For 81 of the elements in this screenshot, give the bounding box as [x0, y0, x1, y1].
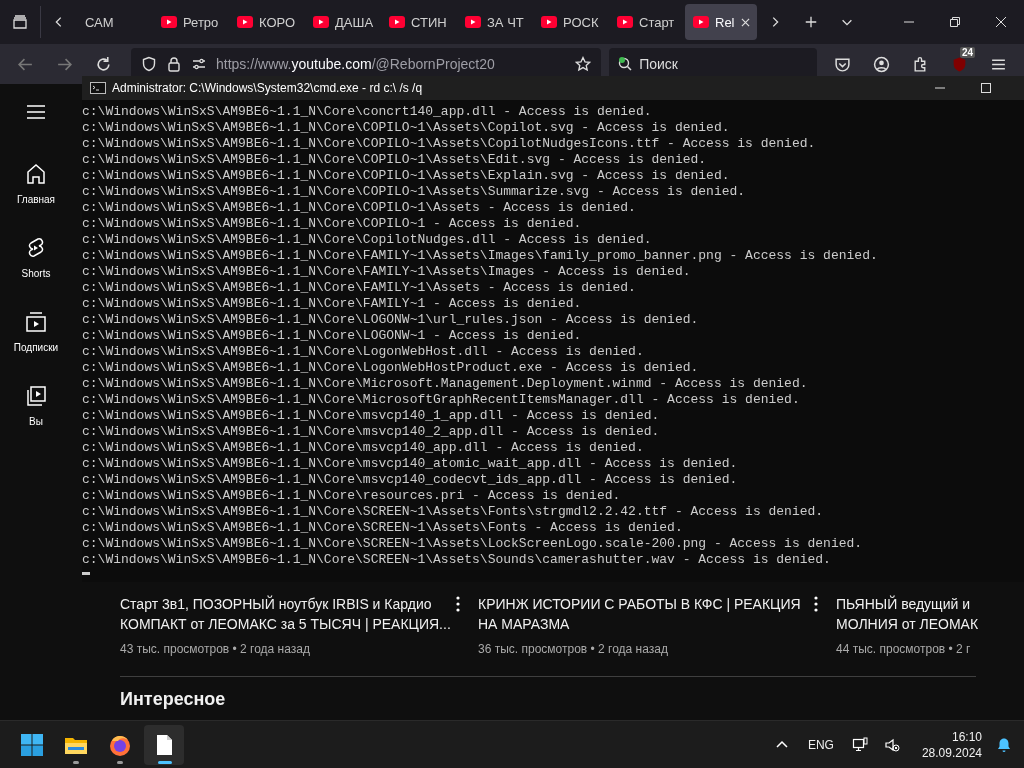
console-line: c:\Windows\WinSxS\AM9BE6~1.1_N\Core\SCREEN~1\Assets\Fonts - Access is denied. — [82, 520, 684, 536]
sidebar-item[interactable]: Главная — [16, 162, 56, 236]
search-icon — [617, 56, 634, 72]
browser-tab[interactable]: ЗА ЧТ — [457, 4, 529, 40]
shield-icon[interactable] — [141, 56, 157, 72]
console-line: c:\Windows\WinSxS\AM9BE6~1.1_N\Core\concrt140_app.dll - Access is denied. — [82, 104, 653, 120]
search-field[interactable]: Поиск — [637, 55, 792, 73]
console-line: c:\Windows\WinSxS\AM9BE6~1.1_N\Core\FAMILY~1\Assets - Access is denied. — [82, 280, 637, 296]
bell-icon[interactable] — [996, 736, 1012, 753]
text-cursor — [82, 572, 90, 575]
video-title[interactable]: ПЬЯНЫЙ ведущий и МОЛНИЯ от ЛЕОМАК — [836, 594, 979, 634]
console-line: c:\Windows\WinSxS\AM9BE6~1.1_N\Core\SCREEN~1\Assets\Sounds\camerashutter.wav - Access is denied. — [82, 552, 832, 568]
more-options-icon[interactable] — [456, 596, 460, 612]
console-line: c:\Windows\WinSxS\AM9BE6~1.1_N\Core\LogonWebHost.dll - Access is denied. — [82, 344, 645, 360]
console-line: c:\Windows\WinSxS\AM9BE6~1.1_N\Core\MicrosoftGraphRecentItemsManager.dll - Access is denied. — [82, 392, 801, 408]
browser-tab[interactable]: Rel — [685, 4, 757, 40]
subscriptions-icon — [24, 310, 48, 334]
browser-tab[interactable]: САМ — [77, 4, 149, 40]
network-icon[interactable] — [851, 736, 868, 753]
console-line: c:\Windows\WinSxS\AM9BE6~1.1_N\Core\msvcp140_1_app.dll - Access is denied. — [82, 408, 661, 424]
console-line: c:\Windows\WinSxS\AM9BE6~1.1_N\Core\COPILO~1\Assets\Copilot.svg - Access is denied. — [82, 120, 731, 136]
close-icon[interactable] — [740, 17, 750, 27]
console-line: c:\Windows\WinSxS\AM9BE6~1.1_N\Core\COPILO~1\Assets\Summarize.svg - Access is denied. — [82, 184, 747, 200]
console-line: c:\Windows\WinSxS\AM9BE6~1.1_N\Core\LOGONW~1 - Access is denied. — [82, 328, 583, 344]
console-line: c:\Windows\WinSxS\AM9BE6~1.1_N\Core\LogonWebHostProduct.exe - Access is denied. — [82, 360, 700, 376]
clock[interactable]: 16:10 28.09.2024 — [921, 728, 982, 761]
sidebar-item[interactable]: Shorts — [21, 236, 51, 310]
star-icon[interactable] — [575, 56, 592, 72]
console-line: c:\Windows\WinSxS\AM9BE6~1.1_N\Core\FAMILY~1\Assets\Images\family_promo_banner.png - Access is denied. — [82, 248, 879, 264]
video-title[interactable]: Старт 3в1, ПОЗОРНЫЙ ноутбук IRBIS и Кардио КОМПАКТ от ЛЕОМАКС за 5 ТЫСЯЧ | РЕАКЦИЯ... — [120, 594, 451, 634]
console-line: c:\Windows\WinSxS\AM9BE6~1.1_N\Core\COPILO~1\Assets\Edit.svg - Access is denied. — [82, 152, 708, 168]
console-line: c:\Windows\WinSxS\AM9BE6~1.1_N\Core\COPILO~1\Assets\CopilotNudgesIcons.ttf - Access is denied. — [82, 136, 817, 152]
console-line: c:\Windows\WinSxS\AM9BE6~1.1_N\Core\COPILO~1 - Access is denied. — [82, 216, 583, 232]
extension-badge: 24 — [959, 46, 975, 58]
console-icon — [90, 82, 106, 94]
video-meta: 43 тыс. просмотров • 2 года назад — [120, 642, 311, 656]
video-library-icon — [24, 384, 48, 408]
sidebar-item[interactable]: Вы — [24, 384, 48, 458]
more-options-icon[interactable] — [814, 596, 818, 612]
plus-icon[interactable] — [804, 15, 818, 29]
console-line: c:\Windows\WinSxS\AM9BE6~1.1_N\Core\COPILO~1\Assets\Explain.svg - Access is denied. — [82, 168, 731, 184]
video-meta: 44 тыс. просмотров • 2 г — [836, 642, 972, 656]
window-title: Administrator: C:\Windows\System32\cmd.exe - rd c:\ /s /q — [112, 81, 423, 95]
console-line: c:\Windows\WinSxS\AM9BE6~1.1_N\Core\LOGONW~1\url_rules.json - Access is denied. — [82, 312, 700, 328]
console-line: c:\Windows\WinSxS\AM9BE6~1.1_N\Core\msvcp140_codecvt_ids_app.dll - Access is denied. — [82, 472, 739, 488]
browser-tab[interactable]: КОРО — [229, 4, 301, 40]
console-line: c:\Windows\WinSxS\AM9BE6~1.1_N\Core\msvcp140_app.dll - Access is denied. — [82, 440, 645, 456]
maximize-icon[interactable] — [980, 82, 992, 94]
console-line: c:\Windows\WinSxS\AM9BE6~1.1_N\Core\SCREEN~1\Assets\LockScreenLogo.scale-200.png - Access is denied. — [82, 536, 864, 552]
browser-tab[interactable]: СТИН — [381, 4, 453, 40]
browser-tab[interactable]: Ретро — [153, 4, 225, 40]
console-line: c:\Windows\WinSxS\AM9BE6~1.1_N\Core\FAMILY~1\Assets\Images - Access is denied. — [82, 264, 692, 280]
sidebar-item[interactable]: Подписки — [13, 310, 59, 384]
permissions-icon[interactable] — [191, 56, 207, 72]
browser-tab[interactable]: ДАША — [305, 4, 377, 40]
browser-tab[interactable]: РОСК — [533, 4, 605, 40]
console-line: c:\Windows\WinSxS\AM9BE6~1.1_N\Core\Microsoft.Management.Deployment.winmd - Access is denied. — [82, 376, 809, 392]
speaker-muted-icon[interactable] — [883, 736, 900, 753]
restore-icon[interactable] — [949, 16, 961, 28]
windows-logo-icon — [20, 732, 44, 757]
console-line: c:\Windows\WinSxS\AM9BE6~1.1_N\Core\resources.pri - Access is denied. — [82, 488, 622, 504]
lock-icon[interactable] — [166, 56, 182, 72]
console-line: c:\Windows\WinSxS\AM9BE6~1.1_N\Core\msvcp140_2_app.dll - Access is denied. — [82, 424, 661, 440]
url-text: https://www.youtube.com/@RebornProject20 — [216, 56, 495, 72]
pocket-icon[interactable] — [834, 55, 851, 73]
browser-tab[interactable]: Старт — [609, 4, 681, 40]
home-icon — [24, 162, 48, 186]
section-heading: Интересное — [120, 689, 226, 710]
console-line: c:\Windows\WinSxS\AM9BE6~1.1_N\Core\CopilotNudges.dll - Access is denied. — [82, 232, 653, 248]
account-icon[interactable] — [873, 55, 890, 73]
close-icon[interactable] — [995, 16, 1007, 28]
language-indicator[interactable]: ENG — [807, 737, 834, 752]
console-line: c:\Windows\WinSxS\AM9BE6~1.1_N\Core\SCREEN~1\Assets\Fonts\strgmdl2.2.42.ttf - Access is denied. — [82, 504, 825, 520]
taskbar-app[interactable] — [144, 724, 184, 765]
reload-icon[interactable] — [95, 55, 112, 73]
console-line: c:\Windows\WinSxS\AM9BE6~1.1_N\Core\COPILO~1\Assets - Access is denied. — [82, 200, 637, 216]
video-meta: 36 тыс. просмотров • 2 года назад — [478, 642, 669, 656]
console-line: c:\Windows\WinSxS\AM9BE6~1.1_N\Core\msvcp140_atomic_wait_app.dll - Access is denied. — [82, 456, 739, 472]
tab-overview-icon[interactable] — [12, 14, 28, 30]
console-line: c:\Windows\WinSxS\AM9BE6~1.1_N\Core\FAMILY~1 - Access is denied. — [82, 296, 583, 312]
video-title[interactable]: КРИНЖ ИСТОРИИ С РАБОТЫ В КФС | РЕАКЦИЯ НА МАРАЗМА — [478, 594, 801, 634]
